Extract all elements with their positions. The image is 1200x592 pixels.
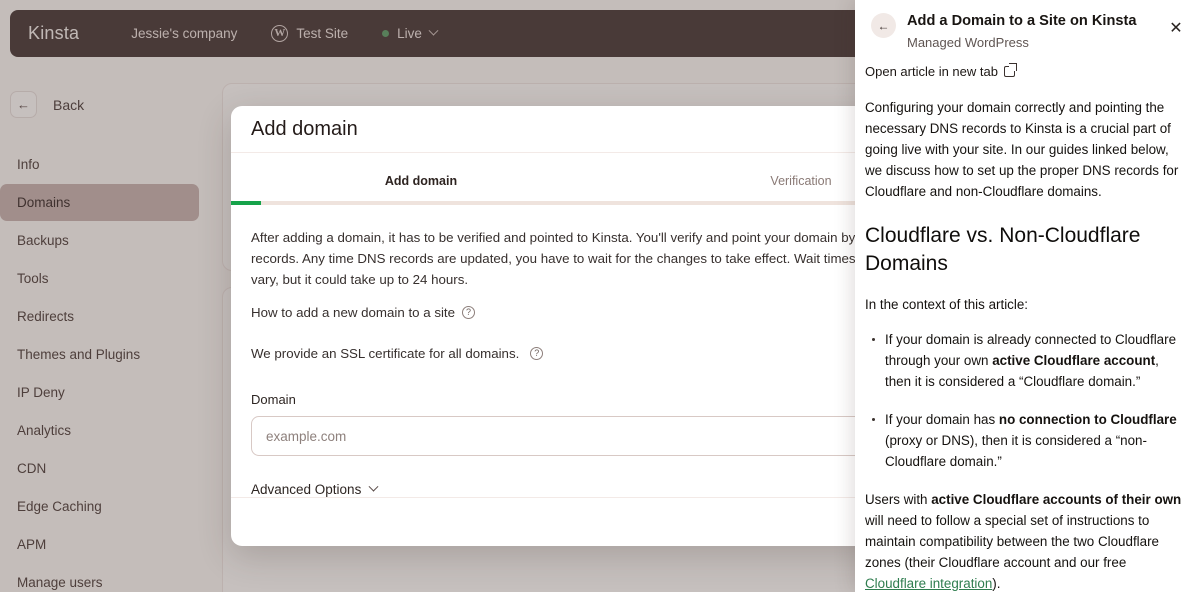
question-circle-icon[interactable]: ?	[530, 347, 544, 361]
panel-subtitle: Managed WordPress	[907, 35, 1029, 50]
panel-title-row: ← Add a Domain to a Site on Kinsta Manag…	[871, 12, 1184, 50]
close-icon[interactable]: ✕	[1166, 19, 1186, 39]
domain-input-placeholder: example.com	[266, 428, 347, 444]
closing-after: ).	[992, 576, 1001, 591]
how-to-add-domain-label: How to add a new domain to a site	[251, 305, 456, 321]
open-article-label: Open article in new tab	[865, 64, 998, 79]
question-circle-icon[interactable]: ?	[462, 306, 476, 320]
panel-article-body: Configuring your domain correctly and po…	[855, 79, 1200, 591]
bullet-0-bold: active Cloudflare account	[992, 353, 1156, 368]
article-closing-paragraph: Users with active Cloudflare accounts of…	[865, 489, 1188, 591]
help-article-panel: ← Add a Domain to a Site on Kinsta Manag…	[855, 0, 1200, 592]
ssl-note-label: We provide an SSL certificate for all do…	[251, 346, 520, 362]
article-heading: Cloudflare vs. Non-Cloudflare Domains	[865, 224, 1141, 275]
arrow-left-icon[interactable]: ←	[871, 13, 896, 38]
closing-before: Users with	[865, 492, 932, 507]
bullet-1-after: (proxy or DNS), then it is considered a …	[885, 433, 1147, 469]
bullet-1-before: If your domain has	[885, 412, 999, 427]
closing-bold: active Cloudflare accounts of their own	[931, 492, 1182, 507]
chevron-down-icon	[368, 481, 379, 492]
list-item: If your domain has no connection to Clou…	[865, 409, 1188, 472]
bullet-1-bold: no connection to Cloudflare	[998, 412, 1177, 427]
advanced-options-label: Advanced Options	[251, 482, 362, 498]
cloudflare-integration-link[interactable]: Cloudflare integration	[865, 576, 992, 591]
step-add-domain[interactable]: Add domain	[231, 174, 611, 201]
stepper-progress-fill	[231, 201, 262, 206]
external-link-icon	[1003, 63, 1017, 77]
modal-title: Add domain	[251, 117, 358, 140]
app-root: Kinsta Jessie's company W Test Site Live…	[0, 0, 1200, 592]
panel-title: Add a Domain to a Site on Kinsta	[907, 13, 1137, 29]
list-item: If your domain is already connected to C…	[865, 329, 1188, 392]
open-article-link[interactable]: Open article in new tab	[855, 50, 1200, 79]
closing-mid: will need to follow a special set of ins…	[865, 513, 1160, 570]
article-intro: Configuring your domain correctly and po…	[865, 100, 1179, 199]
article-bullet-list: If your domain is already connected to C…	[865, 329, 1188, 472]
article-context-line: In the context of this article:	[865, 297, 1029, 312]
panel-header: ← Add a Domain to a Site on Kinsta Manag…	[855, 0, 1200, 50]
